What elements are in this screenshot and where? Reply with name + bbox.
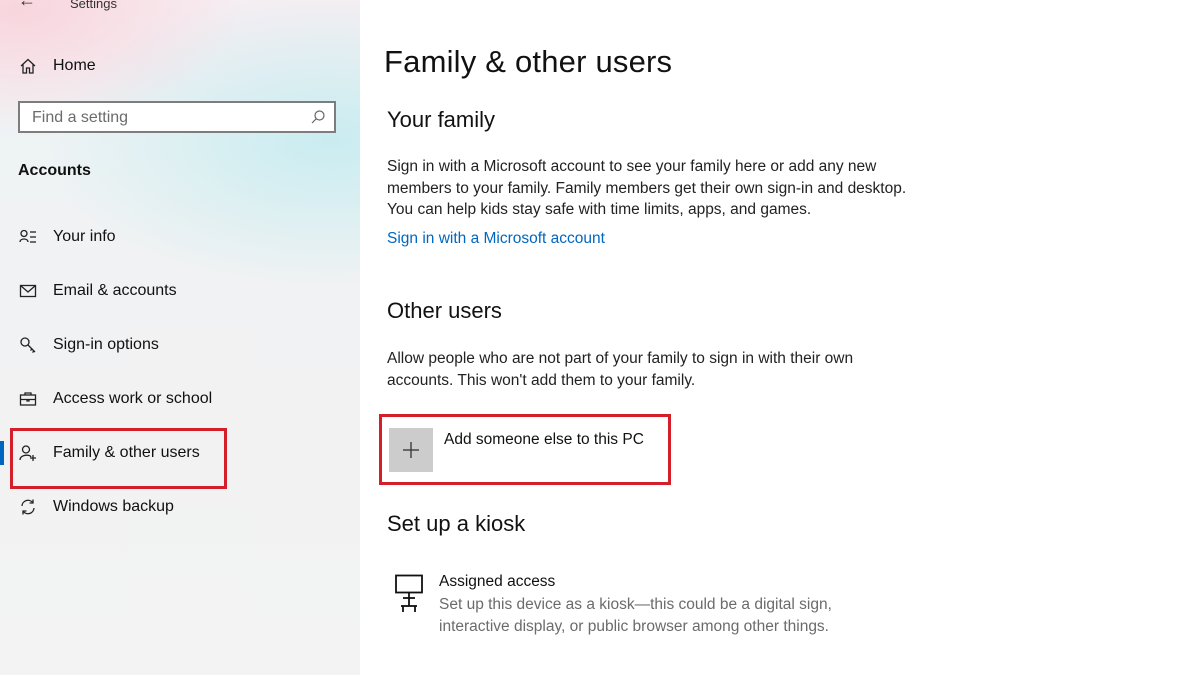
section-heading-your-family: Your family [387,107,496,132]
page-title: Family & other users [384,44,673,79]
sidebar-item-label: Sign-in options [53,336,159,353]
kiosk-icon [395,574,423,612]
sidebar-item-access-work-school[interactable]: Access work or school [18,389,212,409]
sidebar-item-your-info[interactable]: Your info [18,227,116,247]
back-arrow-icon[interactable]: ← [18,0,36,11]
other-users-description: Allow people who are not part of your fa… [387,350,854,389]
sidebar: ← Settings Home Accounts Your info Email… [0,0,360,675]
section-heading-other-users: Other users [387,298,502,323]
search-field[interactable] [18,101,336,133]
section-label-accounts: Accounts [18,162,91,179]
key-icon [18,335,38,355]
highlight-box-family-other-users [10,428,227,489]
assigned-access-description: Set up this device as a kiosk—this could… [439,596,832,635]
sidebar-item-email-accounts[interactable]: Email & accounts [18,281,177,301]
sidebar-item-home[interactable]: Home [18,56,96,76]
window-title: Settings [70,0,117,11]
sidebar-item-label: Email & accounts [53,282,177,299]
section-heading-kiosk: Set up a kiosk [387,511,526,536]
home-icon [18,56,38,76]
sign-in-microsoft-link[interactable]: Sign in with a Microsoft account [387,230,605,248]
sync-icon [18,497,38,517]
sidebar-item-label: Home [53,57,96,74]
sidebar-item-label: Access work or school [53,390,213,407]
search-input[interactable] [20,103,304,133]
sidebar-item-windows-backup[interactable]: Windows backup [18,497,174,517]
selection-indicator [0,441,4,465]
assigned-access-link[interactable]: Assigned access [439,573,555,591]
highlight-box-add-user [379,414,671,485]
sidebar-item-label: Windows backup [53,498,174,515]
sidebar-item-sign-in-options[interactable]: Sign-in options [18,335,159,355]
person-list-icon [18,227,38,247]
briefcase-icon [18,389,38,409]
sidebar-item-label: Your info [53,228,116,245]
mail-icon [18,281,38,301]
search-icon[interactable] [310,109,326,125]
family-description: Sign in with a Microsoft account to see … [387,158,907,218]
